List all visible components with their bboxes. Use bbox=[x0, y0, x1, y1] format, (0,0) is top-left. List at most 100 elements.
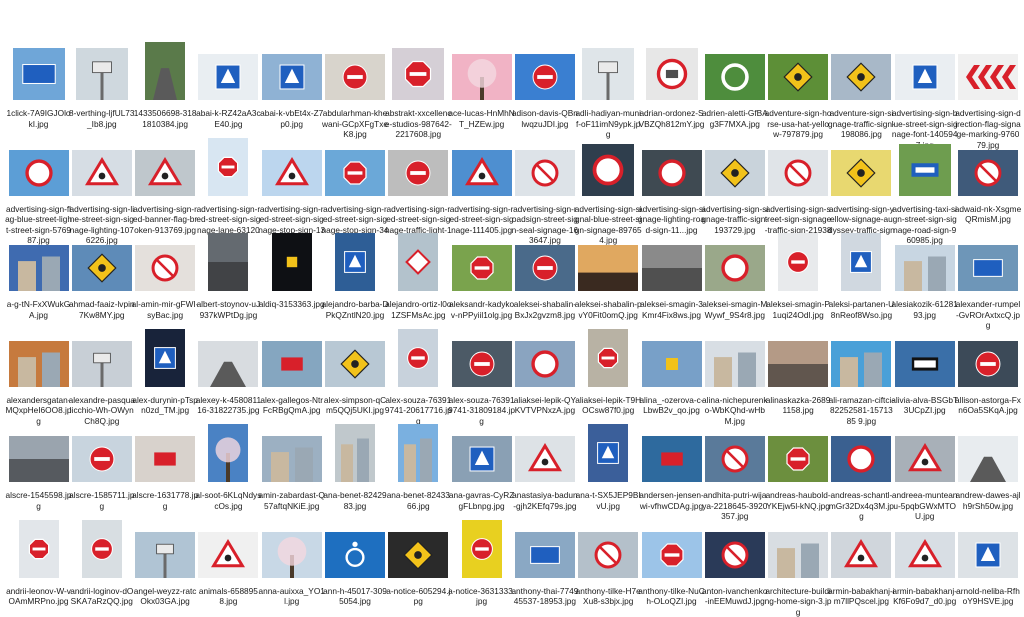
file-thumbnail bbox=[577, 104, 640, 200]
file-thumbnail bbox=[70, 104, 133, 200]
file-thumbnail bbox=[387, 199, 450, 295]
file-thumbnail bbox=[513, 295, 576, 391]
file-thumbnail bbox=[324, 8, 387, 104]
file-name: a-notice-3631333.jpg bbox=[448, 586, 515, 607]
file-thumbnail bbox=[197, 8, 260, 104]
file-thumbnail bbox=[197, 390, 260, 486]
file-thumbnail bbox=[830, 295, 893, 391]
file-thumbnail bbox=[703, 8, 766, 104]
file-thumbnail bbox=[134, 104, 197, 200]
file-thumbnail bbox=[450, 199, 513, 295]
file-name: andrii-leonov-W-vOAmMRPno.jpg bbox=[5, 586, 72, 607]
file-thumbnail bbox=[830, 199, 893, 295]
file-thumbnail bbox=[830, 8, 893, 104]
file-thumbnail bbox=[893, 486, 956, 582]
file-thumbnail bbox=[450, 390, 513, 486]
file-thumbnail bbox=[957, 8, 1020, 104]
file-thumbnail bbox=[70, 8, 133, 104]
file-thumbnail bbox=[450, 295, 513, 391]
file-thumbnail bbox=[957, 390, 1020, 486]
file-thumbnail bbox=[640, 199, 703, 295]
file-thumbnail bbox=[767, 295, 830, 391]
file-name: anna-auixxa_YO1l.jpg bbox=[258, 586, 325, 607]
file-thumbnail bbox=[197, 486, 260, 582]
file-thumbnail bbox=[324, 104, 387, 200]
file-thumbnail bbox=[7, 104, 70, 200]
file-thumbnail bbox=[767, 199, 830, 295]
file-thumbnail bbox=[577, 199, 640, 295]
file-thumbnail bbox=[134, 295, 197, 391]
file-thumbnail bbox=[7, 390, 70, 486]
file-thumbnail bbox=[134, 8, 197, 104]
file-thumbnail bbox=[640, 8, 703, 104]
file-thumbnail bbox=[640, 390, 703, 486]
file-thumbnail bbox=[703, 199, 766, 295]
file-thumbnail bbox=[197, 295, 260, 391]
file-thumbnail bbox=[513, 486, 576, 582]
file-name: a-notice-605294.jpg bbox=[385, 586, 452, 607]
file-thumbnail bbox=[513, 104, 576, 200]
file-thumbnail bbox=[260, 486, 323, 582]
file-thumbnail bbox=[703, 104, 766, 200]
file-thumbnail bbox=[70, 199, 133, 295]
file-name: angel-weyzz-ratcOkx03GA.jpg bbox=[132, 586, 199, 607]
file-thumbnail bbox=[260, 8, 323, 104]
file-thumbnail bbox=[830, 104, 893, 200]
file-thumbnail bbox=[703, 486, 766, 582]
file-thumbnail bbox=[640, 104, 703, 200]
file-thumbnail bbox=[70, 486, 133, 582]
file-thumbnail bbox=[260, 199, 323, 295]
file-thumbnail bbox=[893, 295, 956, 391]
file-thumbnail bbox=[513, 390, 576, 486]
file-thumbnail bbox=[387, 8, 450, 104]
file-thumbnail bbox=[957, 486, 1020, 582]
file-thumbnail bbox=[957, 104, 1020, 200]
file-thumbnail bbox=[957, 199, 1020, 295]
file-name: anthony-tilke-NuCh-OLoQZI.jpg bbox=[638, 586, 705, 607]
file-thumbnail bbox=[7, 199, 70, 295]
file-thumbnail bbox=[767, 104, 830, 200]
file-name: andrii-loginov-dOSKA7aRzQQ.jpg bbox=[68, 586, 135, 607]
file-name: arnold-neliba-RfhoY9HSVE.jpg bbox=[955, 586, 1022, 607]
file-grid: 1click-7A9IGJOlokI.jpg8-verthing-ljfUL73… bbox=[0, 0, 1024, 554]
file-thumbnail bbox=[260, 390, 323, 486]
file-thumbnail bbox=[450, 104, 513, 200]
file-thumbnail bbox=[7, 295, 70, 391]
file-thumbnail bbox=[577, 8, 640, 104]
file-thumbnail bbox=[893, 104, 956, 200]
file-name: armin-babakhanj-Kf6Fo9d7_d0.jpg bbox=[891, 586, 958, 607]
file-thumbnail bbox=[513, 8, 576, 104]
file-thumbnail bbox=[387, 104, 450, 200]
file-thumbnail bbox=[577, 390, 640, 486]
file-thumbnail bbox=[957, 295, 1020, 391]
file-thumbnail bbox=[70, 390, 133, 486]
file-thumbnail bbox=[640, 295, 703, 391]
file-thumbnail bbox=[70, 295, 133, 391]
file-name: ann-h-45017-3095054.jpg bbox=[322, 586, 389, 607]
file-name: anthony-thai-774945537-18953.jpg bbox=[511, 586, 578, 607]
file-thumbnail bbox=[134, 199, 197, 295]
file-thumbnail bbox=[450, 486, 513, 582]
file-name: anthony-tilke-H7eXu8-s3bjx.jpg bbox=[575, 586, 642, 607]
file-thumbnail bbox=[767, 390, 830, 486]
file-thumbnail bbox=[134, 390, 197, 486]
file-thumbnail bbox=[324, 486, 387, 582]
file-name: anton-ivanchenko-inEEMuwdJ.jpg bbox=[701, 586, 768, 607]
file-thumbnail bbox=[703, 390, 766, 486]
file-thumbnail bbox=[513, 199, 576, 295]
file-thumbnail bbox=[577, 486, 640, 582]
file-thumbnail bbox=[387, 486, 450, 582]
file-thumbnail bbox=[197, 104, 260, 200]
file-thumbnail bbox=[830, 486, 893, 582]
file-name: armin-babakhanj-im7llPQscel.jpg bbox=[828, 586, 895, 607]
file-name: architecture-building-home-sign-3.jpg bbox=[765, 586, 832, 617]
file-thumbnail bbox=[197, 199, 260, 295]
file-thumbnail bbox=[260, 104, 323, 200]
file-thumbnail bbox=[324, 390, 387, 486]
file-thumbnail bbox=[324, 295, 387, 391]
file-thumbnail bbox=[260, 295, 323, 391]
file-name: animals-658895 8.jpg bbox=[195, 586, 262, 607]
file-thumbnail bbox=[7, 8, 70, 104]
file-thumbnail bbox=[703, 295, 766, 391]
file-thumbnail bbox=[7, 486, 70, 582]
